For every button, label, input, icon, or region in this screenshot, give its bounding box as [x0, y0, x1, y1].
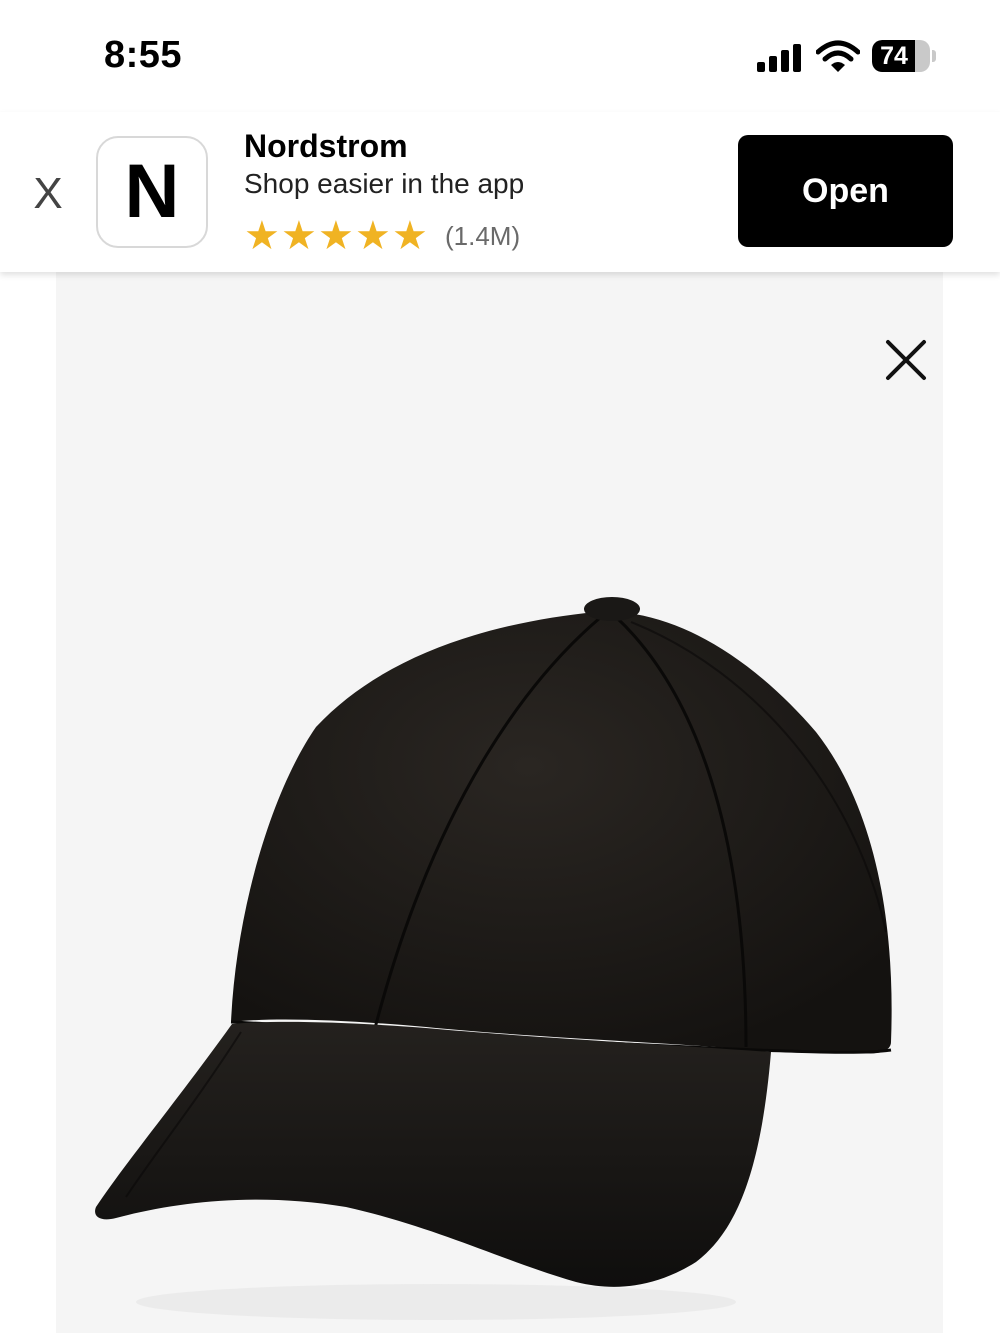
rating-stars: ★ ★ ★ ★ ★ — [244, 216, 429, 256]
app-banner: X N Nordstrom Shop easier in the app ★ ★ ★… — [0, 112, 1000, 272]
product-image-baseball-cap — [95, 597, 892, 1320]
status-bar: 8:55 74 — [0, 0, 1000, 110]
star-icon: ★ — [244, 214, 280, 258]
open-app-button[interactable]: Open — [738, 135, 953, 247]
app-icon-logo: N — [124, 149, 180, 234]
battery-level: 74 — [880, 42, 908, 70]
star-icon: ★ — [392, 214, 428, 258]
banner-close-button[interactable]: X — [30, 172, 66, 216]
app-rating: ★ ★ ★ ★ ★ (1.4M) — [244, 216, 520, 256]
star-icon: ★ — [355, 214, 391, 258]
cellular-signal-icon — [757, 42, 803, 72]
status-time: 8:55 — [104, 34, 183, 76]
product-image-viewer[interactable] — [56, 272, 943, 1333]
battery-icon: 74 — [872, 40, 930, 72]
close-icon[interactable] — [882, 336, 930, 384]
app-name: Nordstrom — [244, 128, 408, 164]
app-tagline: Shop easier in the app — [244, 168, 525, 199]
battery-tip — [932, 50, 936, 62]
app-icon: N — [96, 136, 208, 248]
rating-count: (1.4M) — [445, 220, 521, 251]
wifi-icon — [816, 40, 860, 72]
star-icon: ★ — [281, 214, 317, 258]
star-icon: ★ — [318, 214, 354, 258]
